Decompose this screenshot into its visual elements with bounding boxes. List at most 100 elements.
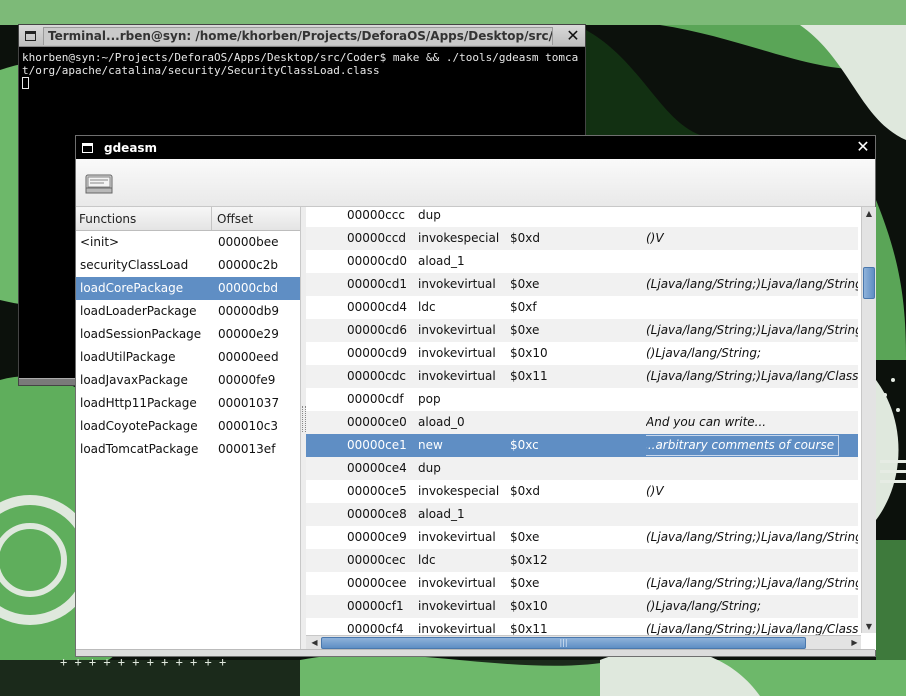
horizontal-scroll-thumb[interactable]: ||| — [321, 637, 806, 649]
instruction-argument — [510, 503, 646, 526]
terminal-output[interactable]: khorben@syn:~/Projects/DeforaOS/Apps/Des… — [19, 47, 585, 94]
comment-editor[interactable]: ...arbitrary comments of course — [646, 435, 840, 456]
instruction-row[interactable]: 00000cd0 aload_1 — [306, 250, 858, 273]
disassembly-view[interactable]: 00000ccc dup 00000ccd invokespecial $0xd ()V 0… — [306, 207, 876, 650]
instruction-comment[interactable] — [646, 207, 858, 227]
instruction-argument: $0xe — [510, 576, 540, 590]
close-icon[interactable]: ✕ — [853, 137, 873, 157]
instruction-opcode: aload_0 — [418, 415, 465, 429]
gdeasm-titlebar[interactable]: gdeasm ✕ — [76, 136, 875, 159]
instruction-row[interactable]: 00000cec ldc $0x12 — [306, 549, 858, 572]
open-file-button[interactable] — [82, 168, 116, 198]
instruction-argument: $0xe — [510, 530, 540, 544]
instruction-opcode: new — [418, 438, 443, 452]
instruction-row[interactable]: 00000ce4 dup — [306, 457, 858, 480]
instruction-row[interactable]: 00000cd1 invokevirtual $0xe (Ljava/lang/Str… — [306, 273, 858, 296]
instruction-comment[interactable] — [646, 296, 858, 319]
gdeasm-window[interactable]: gdeasm ✕ Functions Offset <init> 00000bee… — [75, 135, 876, 657]
instruction-opcode: dup — [418, 208, 441, 222]
function-name: loadUtilPackage — [80, 350, 176, 364]
instruction-comment[interactable]: (Ljava/lang/String;)Ljava/lang/StringBui… — [646, 572, 858, 595]
instruction-comment[interactable] — [646, 457, 858, 480]
instruction-argument: $0xf — [510, 300, 537, 314]
window-menu-icon[interactable] — [76, 136, 98, 159]
instruction-argument — [510, 411, 646, 434]
instruction-comment[interactable]: ...arbitrary comments of course — [646, 434, 858, 457]
scroll-left-icon[interactable]: ◀ — [308, 636, 321, 650]
instruction-row[interactable]: 00000cd9 invokevirtual $0x10 ()Ljava/lang/S… — [306, 342, 858, 365]
instruction-offset: 00000ce8 — [347, 507, 407, 521]
instruction-comment[interactable]: ()V — [646, 480, 858, 503]
instruction-opcode: ldc — [418, 553, 436, 567]
instruction-comment[interactable]: ()Ljava/lang/String; — [646, 595, 858, 618]
function-row[interactable]: loadCorePackage 00000cbd — [76, 277, 300, 300]
terminal-title: Terminal...rben@syn: /home/khorben/Proje… — [43, 26, 553, 45]
function-offset: 00001037 — [218, 396, 280, 410]
function-row[interactable]: loadSessionPackage 00000e29 — [76, 323, 300, 346]
function-offset: 00000cbd — [218, 281, 279, 295]
instruction-comment[interactable]: And you can write... — [646, 411, 858, 434]
instruction-opcode: invokevirtual — [418, 576, 496, 590]
instruction-comment[interactable]: (Ljava/lang/String;)Ljava/lang/StringBui… — [646, 273, 858, 296]
instruction-argument: $0xd — [510, 231, 540, 245]
instruction-offset: 00000ce5 — [347, 484, 407, 498]
instruction-offset: 00000ce9 — [347, 530, 407, 544]
instruction-row[interactable]: 00000cdf pop — [306, 388, 858, 411]
instruction-row[interactable]: 00000cf1 invokevirtual $0x10 ()Ljava/lang/S… — [306, 595, 858, 618]
functions-list[interactable]: Functions Offset <init> 00000bee securityC… — [76, 207, 301, 650]
instruction-comment[interactable] — [646, 250, 858, 273]
function-row[interactable]: loadLoaderPackage 00000db9 — [76, 300, 300, 323]
function-offset: 000013ef — [218, 442, 276, 456]
scroll-up-icon[interactable]: ▲ — [862, 207, 876, 220]
column-header-functions[interactable]: Functions — [76, 207, 212, 230]
instruction-row[interactable]: 00000cee invokevirtual $0xe (Ljava/lang/Str… — [306, 572, 858, 595]
instruction-row[interactable]: 00000ce0 aload_0 And you can write... — [306, 411, 858, 434]
instruction-row[interactable]: 00000ce9 invokevirtual $0xe (Ljava/lang/Str… — [306, 526, 858, 549]
vertical-scrollbar[interactable]: ▲ ▼ — [861, 207, 876, 633]
function-name: loadTomcatPackage — [80, 442, 199, 456]
instruction-comment[interactable]: (Ljava/lang/String;)Ljava/lang/StringBui… — [646, 319, 858, 342]
function-offset: 000010c3 — [218, 419, 279, 433]
instruction-row[interactable]: 00000ccc dup — [306, 207, 858, 227]
instruction-opcode: invokespecial — [418, 231, 500, 245]
instruction-opcode: invokevirtual — [418, 369, 496, 383]
instruction-row[interactable]: 00000ccd invokespecial $0xd ()V — [306, 227, 858, 250]
instruction-row[interactable]: 00000ce1 new $0xc ...arbitrary comments of … — [306, 434, 858, 457]
function-row[interactable]: loadHttp11Package 00001037 — [76, 392, 300, 415]
instruction-opcode: pop — [418, 392, 441, 406]
instruction-argument: $0x10 — [510, 599, 548, 613]
scroll-down-icon[interactable]: ▼ — [862, 620, 876, 633]
scroll-right-icon[interactable]: ▶ — [848, 636, 861, 650]
function-row[interactable]: <init> 00000bee — [76, 231, 300, 254]
instruction-comment[interactable]: (Ljava/lang/String;)Ljava/lang/Class; — [646, 365, 858, 388]
instruction-comment[interactable] — [646, 549, 858, 572]
function-row[interactable]: securityClassLoad 00000c2b — [76, 254, 300, 277]
instruction-comment[interactable] — [646, 503, 858, 526]
instruction-comment[interactable]: (Ljava/lang/String;)Ljava/lang/StringBui… — [646, 526, 858, 549]
function-offset: 00000c2b — [218, 258, 279, 272]
open-file-icon — [85, 174, 113, 194]
instruction-comment[interactable]: ()V — [646, 227, 858, 250]
instruction-row[interactable]: 00000cd4 ldc $0xf — [306, 296, 858, 319]
instruction-row[interactable]: 00000cdc invokevirtual $0x11 (Ljava/lang/St… — [306, 365, 858, 388]
instruction-opcode: invokevirtual — [418, 277, 496, 291]
horizontal-scrollbar[interactable]: ◀ ||| ▶ — [306, 635, 861, 650]
instruction-comment[interactable] — [646, 388, 858, 411]
function-name: loadJavaxPackage — [80, 373, 188, 387]
instruction-comment[interactable]: ()Ljava/lang/String; — [646, 342, 858, 365]
terminal-titlebar[interactable]: Terminal...rben@syn: /home/khorben/Proje… — [19, 25, 585, 47]
function-row[interactable]: loadCoyotePackage 000010c3 — [76, 415, 300, 438]
instruction-opcode: aload_1 — [418, 507, 465, 521]
instruction-offset: 00000cd6 — [347, 323, 408, 337]
close-icon[interactable]: ✕ — [563, 26, 583, 46]
column-header-offset[interactable]: Offset — [212, 207, 300, 230]
instruction-row[interactable]: 00000cd6 invokevirtual $0xe (Ljava/lang/Str… — [306, 319, 858, 342]
vertical-scroll-thumb[interactable] — [863, 267, 875, 299]
function-row[interactable]: loadUtilPackage 00000eed — [76, 346, 300, 369]
instruction-row[interactable]: 00000ce5 invokespecial $0xd ()V — [306, 480, 858, 503]
window-menu-icon[interactable] — [19, 25, 41, 47]
instruction-row[interactable]: 00000ce8 aload_1 — [306, 503, 858, 526]
instruction-offset: 00000cd0 — [347, 254, 408, 268]
function-row[interactable]: loadJavaxPackage 00000fe9 — [76, 369, 300, 392]
function-row[interactable]: loadTomcatPackage 000013ef — [76, 438, 300, 461]
